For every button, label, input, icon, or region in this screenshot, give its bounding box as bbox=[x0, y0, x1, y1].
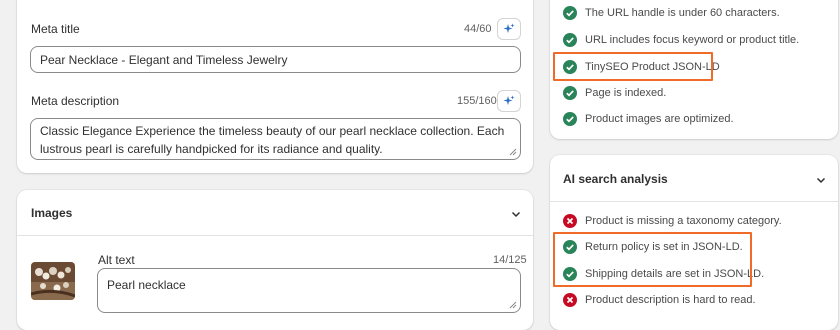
seo-meta-card: Meta title 44/60 Pear Necklace - Elegant… bbox=[17, 0, 533, 173]
highlight-box bbox=[553, 232, 752, 287]
meta-description-value: Classic Elegance Experience the timeless… bbox=[40, 124, 505, 156]
meta-title-ai-button[interactable] bbox=[497, 18, 521, 40]
meta-description-counter: 155/160 bbox=[457, 95, 497, 107]
seo-check-item: Product images are optimized. bbox=[563, 112, 734, 126]
alt-text-label: Alt text bbox=[98, 253, 135, 267]
ai-check-text: Product description is hard to read. bbox=[585, 294, 756, 306]
alt-text-textarea[interactable]: Pearl necklace bbox=[97, 268, 521, 313]
check-circle-icon bbox=[563, 33, 577, 47]
meta-title-counter: 44/60 bbox=[464, 23, 492, 35]
resize-grip-icon[interactable] bbox=[509, 301, 517, 309]
product-thumbnail[interactable] bbox=[31, 262, 75, 300]
meta-description-textarea[interactable]: Classic Elegance Experience the timeless… bbox=[30, 118, 521, 160]
ai-check-text: Product is missing a taxonomy category. bbox=[585, 215, 782, 227]
ai-search-title: AI search analysis bbox=[563, 172, 668, 186]
seo-check-text: Product images are optimized. bbox=[585, 113, 734, 125]
alt-text-counter: 14/125 bbox=[493, 254, 527, 266]
seo-check-text: The URL handle is under 60 characters. bbox=[585, 7, 780, 19]
sparkle-icon bbox=[503, 23, 515, 33]
x-circle-icon bbox=[563, 214, 577, 228]
highlight-box bbox=[553, 52, 713, 81]
x-circle-icon bbox=[563, 293, 577, 307]
images-title: Images bbox=[31, 206, 73, 220]
meta-title-label: Meta title bbox=[31, 22, 80, 36]
pearl-necklace-image bbox=[31, 262, 75, 300]
check-circle-icon bbox=[563, 86, 577, 100]
ai-search-divider bbox=[550, 201, 838, 202]
seo-check-text: URL includes focus keyword or product ti… bbox=[585, 34, 800, 46]
resize-grip-icon[interactable] bbox=[509, 148, 517, 156]
check-circle-icon bbox=[563, 6, 577, 20]
ai-check-item: Product is missing a taxonomy category. bbox=[563, 214, 782, 228]
chevron-down-icon[interactable] bbox=[815, 174, 827, 186]
seo-check-item: The URL handle is under 60 characters. bbox=[563, 6, 780, 20]
chevron-down-icon[interactable] bbox=[510, 208, 522, 220]
seo-check-item: Page is indexed. bbox=[563, 86, 666, 100]
meta-description-ai-button[interactable] bbox=[497, 90, 521, 112]
meta-title-input[interactable]: Pear Necklace - Elegant and Timeless Jew… bbox=[30, 46, 521, 73]
images-divider bbox=[17, 235, 533, 236]
meta-title-value: Pear Necklace - Elegant and Timeless Jew… bbox=[40, 53, 288, 67]
seo-check-item: URL includes focus keyword or product ti… bbox=[563, 33, 799, 47]
ai-check-item: Product description is hard to read. bbox=[563, 293, 756, 307]
alt-text-value: Pearl necklace bbox=[107, 278, 186, 292]
seo-check-text: Page is indexed. bbox=[585, 87, 667, 99]
meta-description-label: Meta description bbox=[31, 94, 120, 108]
images-card: Images Alt text 14/125 Pearl necklace bbox=[17, 190, 533, 330]
sparkle-icon bbox=[503, 95, 515, 105]
check-circle-icon bbox=[563, 112, 577, 126]
